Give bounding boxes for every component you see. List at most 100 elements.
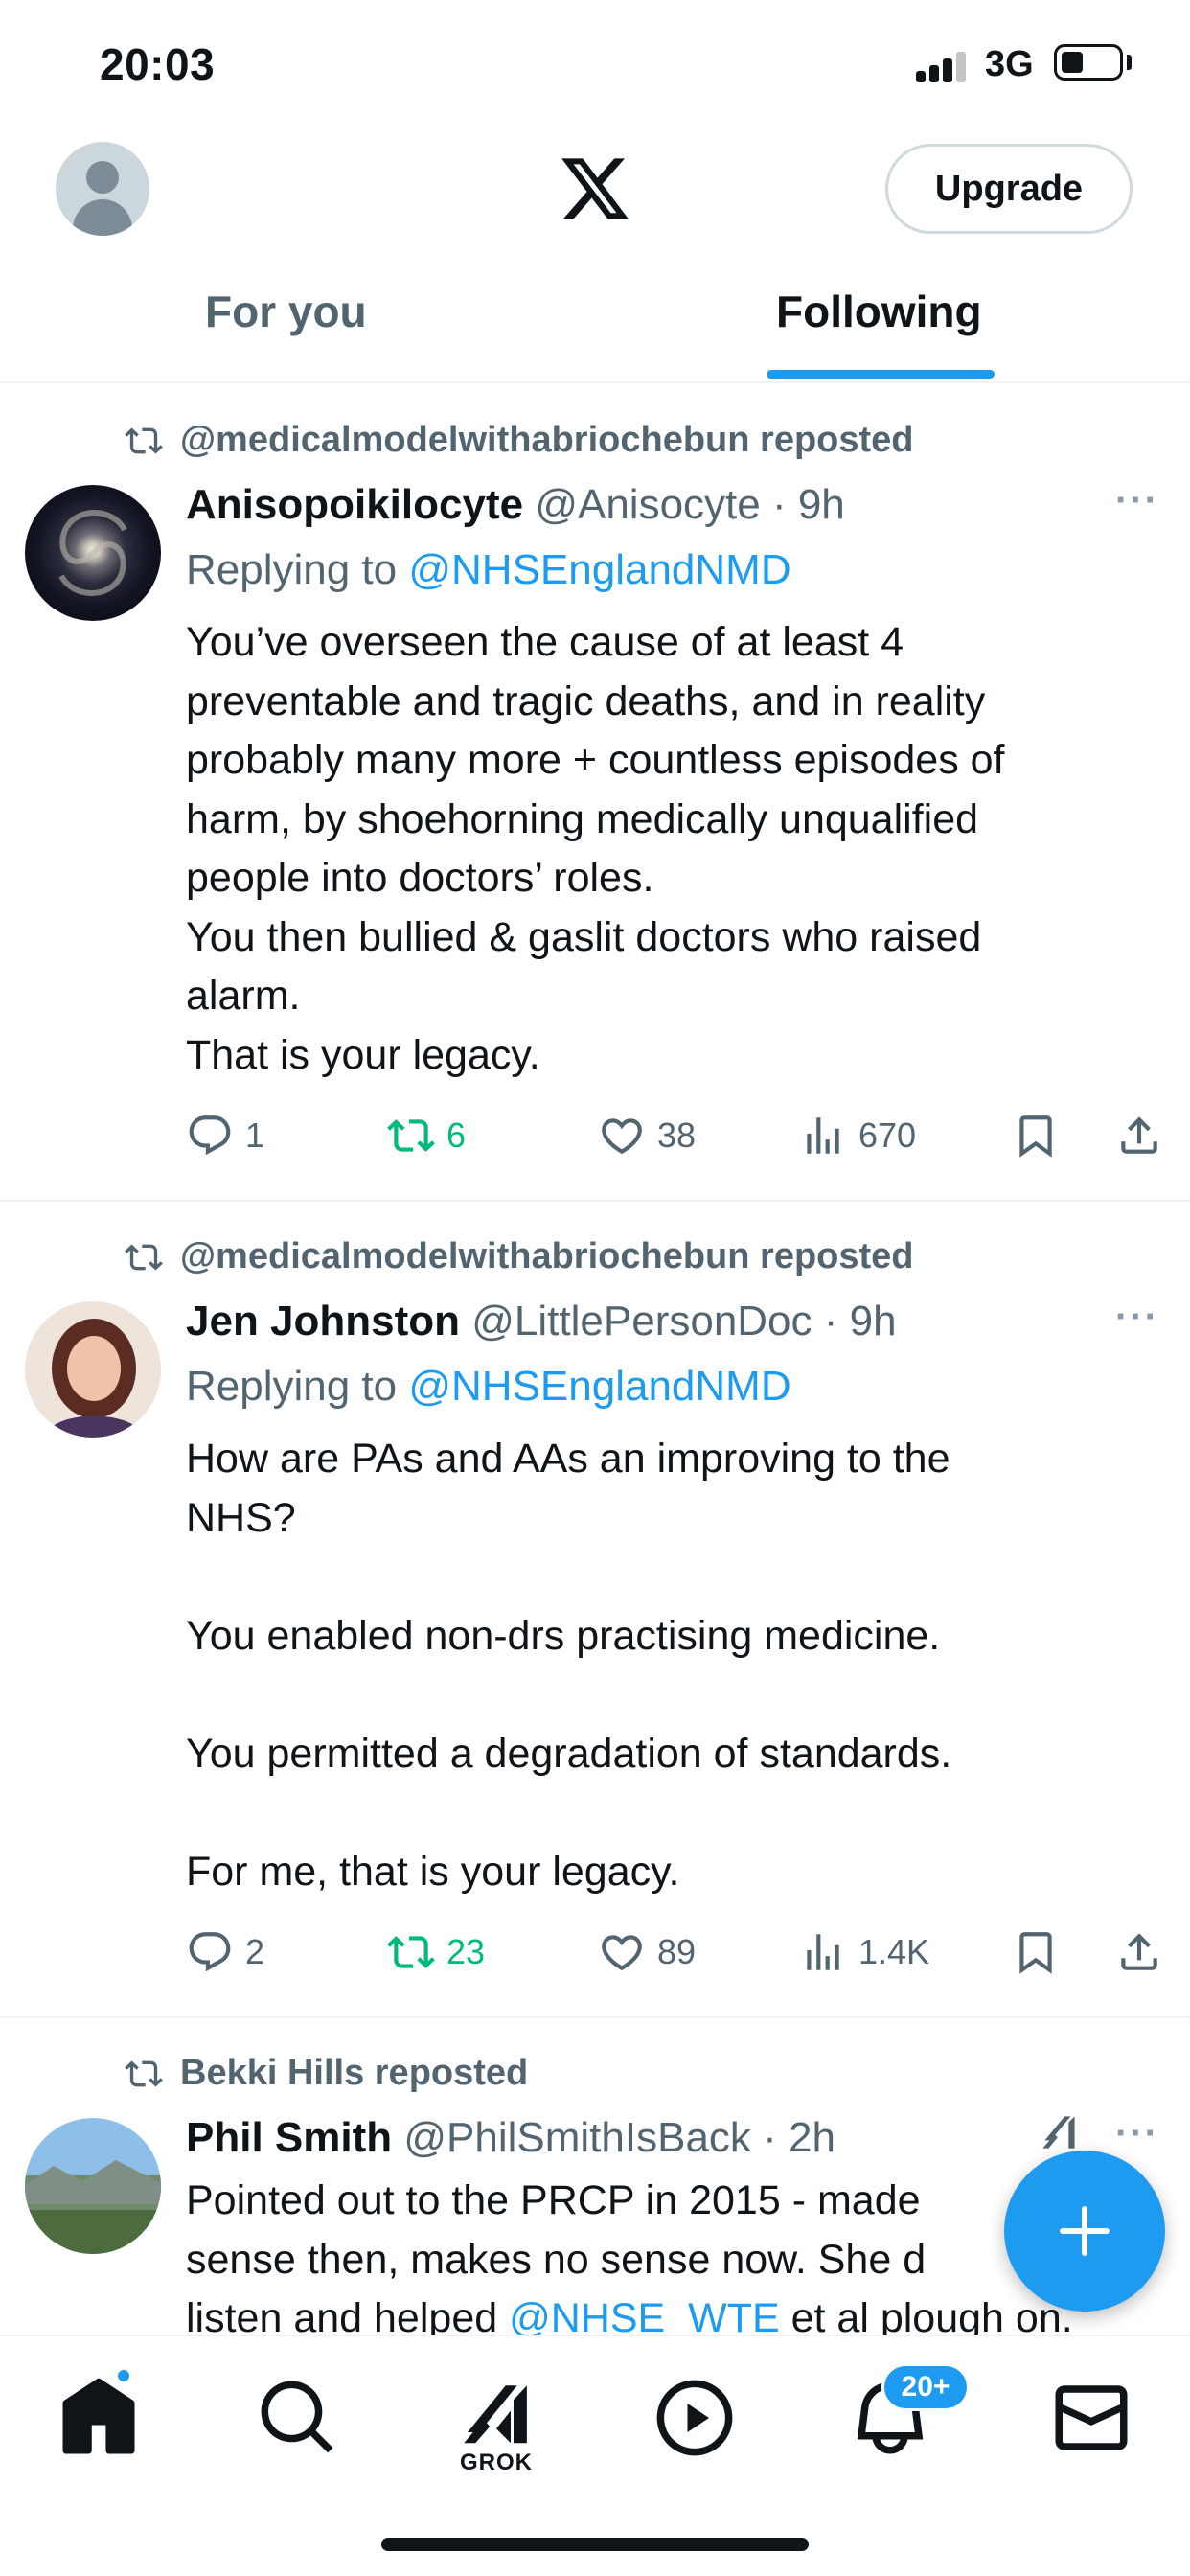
signal-strength-icon (916, 50, 970, 82)
repost-button[interactable]: 6 (387, 1112, 466, 1160)
battery-icon (1054, 44, 1123, 80)
post-body-line: That is your legacy. (186, 1031, 540, 1078)
repost-by-text: @medicalmodelwithabriochebun reposted (180, 1236, 914, 1276)
like-count: 38 (657, 1116, 697, 1155)
author-name[interactable]: Jen Johnston (186, 1298, 460, 1345)
views-chart-icon (807, 1117, 839, 1154)
like-button[interactable]: 89 (598, 1928, 696, 1976)
post-body-line: How are PAs and AAs an improving to the (186, 1436, 950, 1482)
post-divider (0, 2016, 1190, 2018)
timeline-tabs: For you Following (0, 259, 1190, 383)
post-body-line: preventable and tragic deaths, and in re… (186, 678, 986, 724)
tab-for-you[interactable]: For you (205, 286, 367, 337)
more-options-icon[interactable]: ··· (1115, 2112, 1159, 2155)
x-logo-icon[interactable] (556, 151, 634, 226)
reply-icon (189, 1116, 231, 1156)
repost-context[interactable]: Bekki Hills reposted (123, 2053, 528, 2094)
nav-grok[interactable] (453, 2375, 539, 2461)
upgrade-button[interactable]: Upgrade (885, 144, 1133, 234)
more-options-icon[interactable]: ··· (1115, 479, 1159, 522)
repost-icon (125, 426, 163, 454)
mail-icon (1055, 2385, 1128, 2450)
profile-avatar-button[interactable] (56, 142, 149, 236)
replying-to: Replying to @NHSEnglandNMD (186, 1363, 791, 1411)
views-button[interactable]: 1.4K (799, 1928, 929, 1976)
author-handle[interactable]: @Anisocyte · 9h (535, 481, 844, 528)
post-body-line: You’ve overseen the cause of at least 4 (186, 619, 904, 665)
author-handle[interactable]: @PhilSmithIsBack · 2h (403, 2114, 835, 2161)
post-body-line: For me, that is your legacy. (186, 1848, 680, 1895)
post-body-line: people into doctors’ roles. (186, 855, 654, 901)
bookmark-icon (1019, 1116, 1052, 1158)
reply-button[interactable]: 1 (186, 1112, 264, 1160)
bookmark-button[interactable] (1012, 1928, 1060, 1976)
home-indicator (381, 2538, 809, 2551)
post-body-line: NHS? (186, 1494, 296, 1541)
mention-link[interactable]: @NHSEnglandNMD (408, 1363, 790, 1410)
reply-count: 2 (245, 1932, 265, 1971)
nav-home[interactable] (56, 2375, 142, 2461)
avatar-phil-smith[interactable] (25, 2118, 161, 2254)
post-body-line: Pointed out to the PRCP in 2015 - made (186, 2177, 921, 2223)
avatar-anisopoikilocyte[interactable] (25, 485, 161, 621)
nav-messages[interactable] (1048, 2375, 1134, 2461)
repost-button[interactable]: 23 (387, 1928, 485, 1976)
repost-icon (125, 1243, 163, 1271)
post-body-line: alarm. (186, 973, 301, 1019)
post-author-row: Anisopoikilocyte @Anisocyte · 9h (186, 481, 845, 529)
reply-count: 1 (245, 1116, 265, 1155)
replying-to-label: Replying to (186, 1363, 409, 1410)
reply-button[interactable]: 2 (186, 1928, 264, 1976)
views-chart-icon (807, 1934, 839, 1970)
avatar-jen-johnston[interactable] (25, 1301, 161, 1438)
search-icon (261, 2380, 333, 2453)
post-actions: 2 23 89 1.4K (186, 1928, 1163, 1986)
heart-icon (602, 1935, 642, 1971)
repost-count: 23 (446, 1932, 486, 1971)
post-divider (0, 1200, 1190, 1202)
post-body-line: sense then, makes no sense now. She d (186, 2236, 927, 2283)
post-body-line: probably many more + countless episodes … (186, 737, 1005, 783)
active-tab-indicator (767, 370, 995, 379)
post-body-line: You permitted a degradation of standards… (186, 1730, 952, 1777)
mention-link[interactable]: @NHSEnglandNMD (408, 546, 790, 593)
share-button[interactable] (1115, 1928, 1163, 1976)
author-name[interactable]: Anisopoikilocyte (186, 481, 523, 528)
share-icon (1121, 1116, 1157, 1154)
bookmark-icon (1019, 1932, 1052, 1974)
network-type: 3G (985, 44, 1034, 84)
repost-icon (125, 2059, 163, 2087)
grok-icon[interactable] (1037, 2108, 1085, 2156)
nav-explore[interactable] (255, 2375, 341, 2461)
grok-label: GROK (460, 2450, 533, 2475)
home-unread-dot (115, 2367, 132, 2384)
like-button[interactable]: 38 (598, 1112, 696, 1160)
notifications-badge: 20+ (881, 2363, 970, 2411)
view-count: 1.4K (858, 1932, 930, 1971)
author-handle[interactable]: @LittlePersonDoc · 9h (471, 1298, 896, 1345)
compose-post-button[interactable] (1004, 2150, 1165, 2312)
tab-following[interactable]: Following (776, 286, 982, 337)
post-body: You’ve overseen the cause of at least 4 … (186, 613, 1134, 1085)
bookmark-button[interactable] (1012, 1112, 1060, 1160)
replying-to: Replying to @NHSEnglandNMD (186, 546, 791, 594)
status-bar: 20:03 3G (0, 0, 1190, 125)
views-button[interactable]: 670 (799, 1112, 916, 1160)
post-body: How are PAs and AAs an improving to the … (186, 1430, 1134, 1901)
repost-context[interactable]: @medicalmodelwithabriochebun reposted (123, 1236, 914, 1277)
post-body-blank-line (186, 1548, 1134, 1607)
post-actions: 1 6 38 670 (186, 1112, 1163, 1169)
play-circle-icon (656, 2380, 733, 2456)
repost-context[interactable]: @medicalmodelwithabriochebun reposted (123, 420, 914, 461)
more-options-icon[interactable]: ··· (1115, 1296, 1159, 1339)
post-author-row: Phil Smith @PhilSmithIsBack · 2h (186, 2114, 835, 2162)
author-name[interactable]: Phil Smith (186, 2114, 392, 2161)
post-body: Pointed out to the PRCP in 2015 - made s… (186, 2172, 1134, 2349)
nav-video[interactable] (652, 2375, 738, 2461)
status-time: 20:03 (100, 39, 216, 89)
like-count: 89 (657, 1932, 697, 1971)
post-body-blank-line (186, 1666, 1134, 1725)
share-button[interactable] (1115, 1112, 1163, 1160)
repost-icon (387, 1119, 435, 1152)
repost-by-text: @medicalmodelwithabriochebun reposted (180, 420, 914, 460)
